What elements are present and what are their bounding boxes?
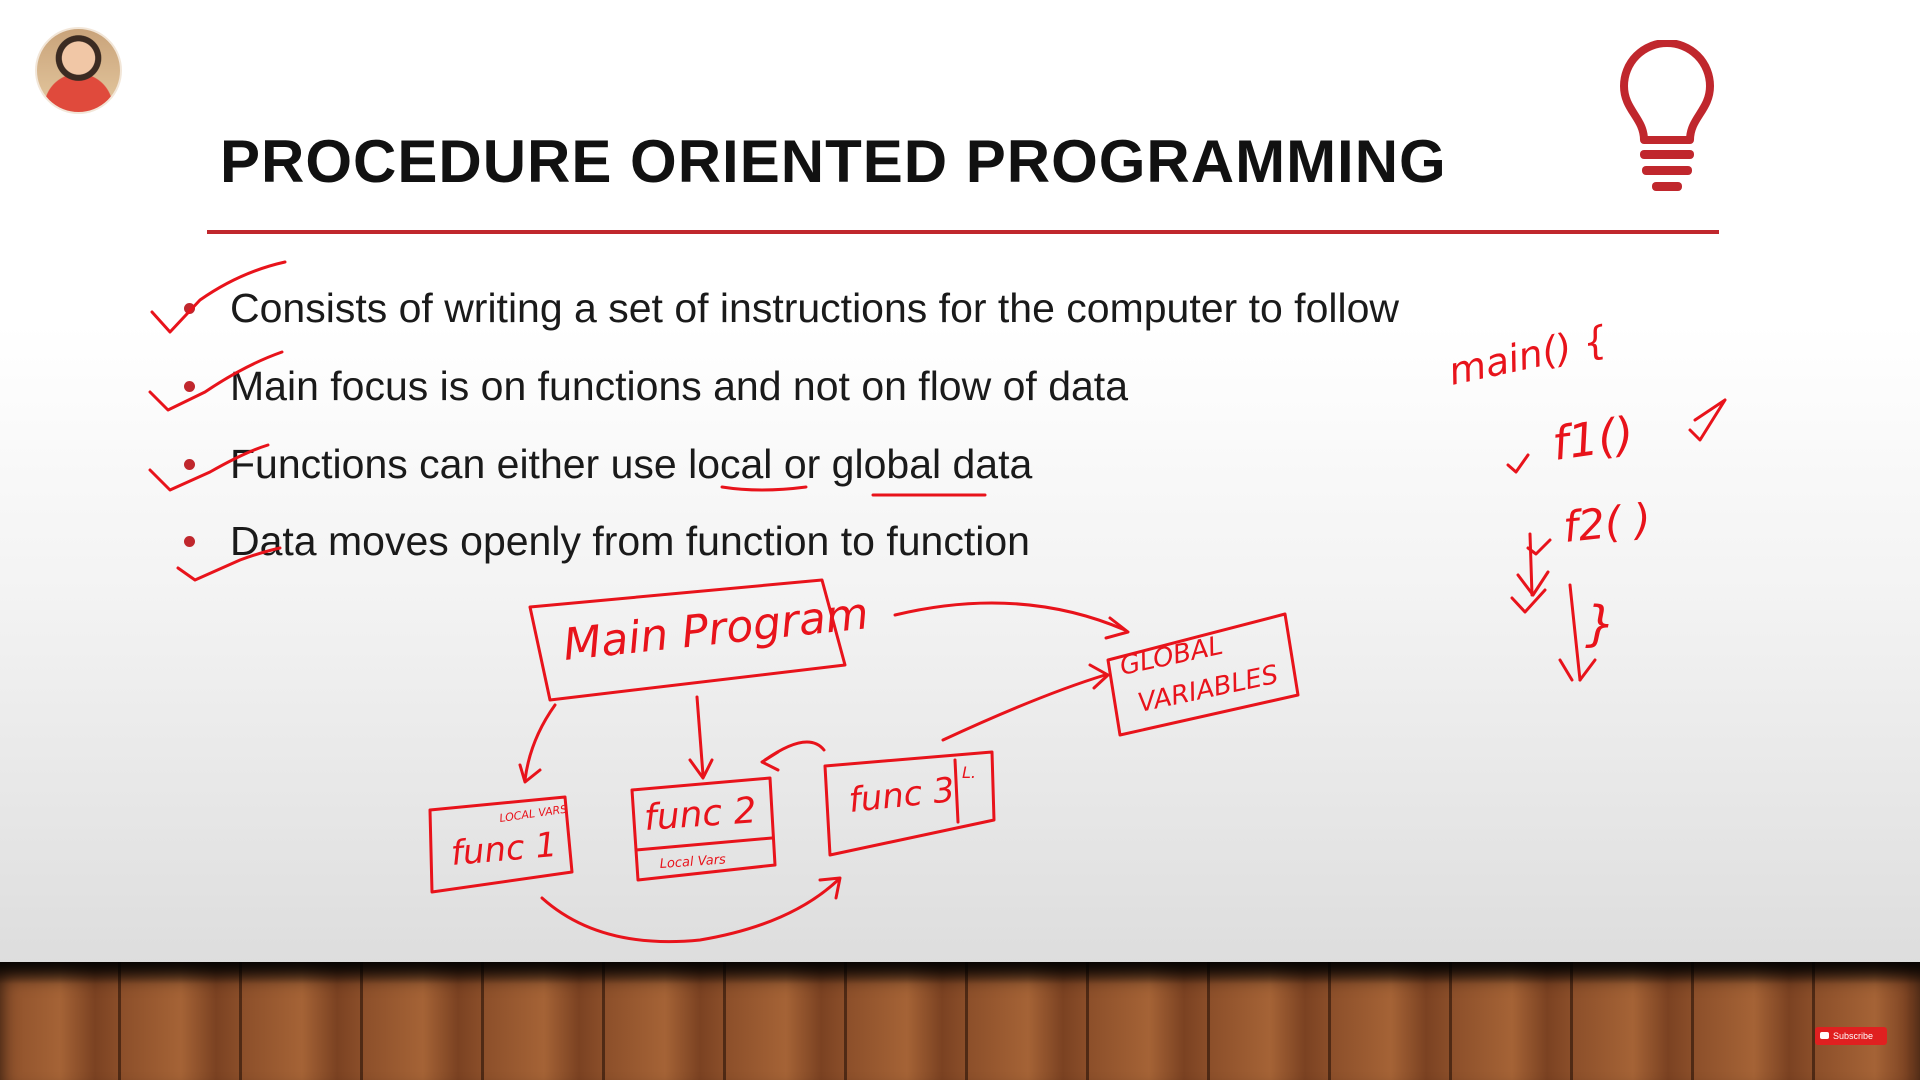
code-f2: f2( ) <box>1561 494 1653 552</box>
arrow <box>941 673 1107 742</box>
check-mark-icon <box>176 546 282 582</box>
subscribe-button[interactable]: Subscribe <box>1815 1027 1887 1045</box>
arrow <box>763 740 826 762</box>
func2-label: func 2 <box>643 790 758 839</box>
arrow <box>893 601 1127 632</box>
check-mark-icon <box>150 260 287 334</box>
check-mark-icon <box>1688 398 1727 442</box>
func3-local-label: L. <box>962 763 976 782</box>
arrow <box>540 878 840 944</box>
handwritten-annotations: Main Program GLOBAL VARIABLES func 1 LOC… <box>148 260 1727 944</box>
func1-label: func 1 <box>449 825 558 874</box>
slide: PROCEDURE ORIENTED PROGRAMMING Consists … <box>0 0 1920 1080</box>
code-main: main() { <box>1445 317 1611 393</box>
code-f1: f1() <box>1549 406 1637 471</box>
func1-local-label: LOCAL VARS <box>499 803 568 825</box>
func2-local-label: Local Vars <box>659 852 726 872</box>
arrow <box>695 695 705 777</box>
wooden-floor <box>0 962 1920 1080</box>
check-mark-icon <box>148 443 270 492</box>
check-mark-icon <box>148 350 284 412</box>
func3-label: func 3 <box>847 770 957 821</box>
underline-local <box>720 485 808 492</box>
code-close: } <box>1585 596 1616 652</box>
check-mark-icon <box>1506 453 1530 474</box>
